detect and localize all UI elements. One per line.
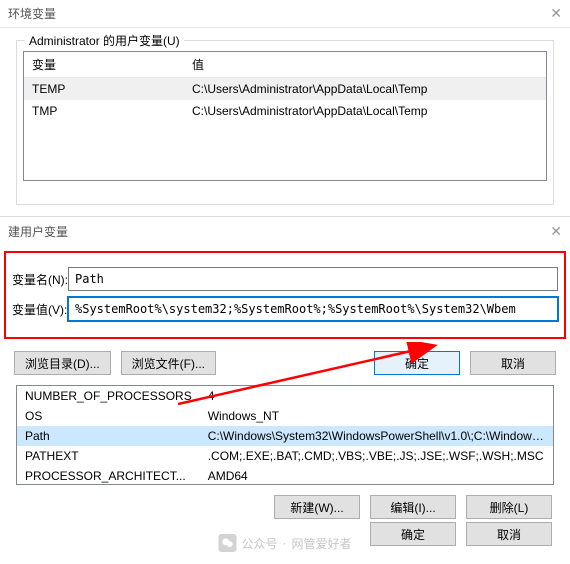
col-value[interactable]: 值 [184,52,546,78]
cancel-button[interactable]: 取消 [470,351,556,375]
cell-value: C:\Windows\System32\WindowsPowerShell\v1… [200,426,553,446]
wechat-icon [218,534,236,552]
new-button[interactable]: 新建(W)... [274,495,360,519]
system-vars-buttons: 新建(W)... 编辑(I)... 删除(L) [0,485,570,519]
cell-name: PROCESSOR_ARCHITECT... [17,466,200,485]
table-row[interactable]: PROCESSOR_ARCHITECT...AMD64 [17,466,553,485]
highlighted-fields: 变量名(N): 变量值(V): [4,251,566,339]
browse-file-button[interactable]: 浏览文件(F)... [121,351,216,375]
watermark-sep: · [283,536,287,550]
edit-user-var-dialog: 建用户变量 ✕ 变量名(N): 变量值(V): 浏览目录(D)... 浏览文件(… [0,216,570,519]
edit-button[interactable]: 编辑(I)... [370,495,456,519]
table-row[interactable]: TEMPC:\Users\Administrator\AppData\Local… [24,78,546,101]
col-variable[interactable]: 变量 [24,52,184,78]
dialog-title: 环境变量 [8,5,56,22]
user-vars-group: Administrator 的用户变量(U) 变量 值 TEMPC:\Users… [16,40,554,205]
table-row[interactable]: TMPC:\Users\Administrator\AppData\Local\… [24,100,546,122]
cell-name: PATHEXT [17,446,200,466]
user-vars-table[interactable]: 变量 值 TEMPC:\Users\Administrator\AppData\… [23,51,547,181]
watermark-prefix: 公众号 [241,535,277,552]
browse-dir-button[interactable]: 浏览目录(D)... [14,351,111,375]
env-vars-dialog: 环境变量 ✕ Administrator 的用户变量(U) 变量 值 TEMPC… [0,0,570,205]
close-icon[interactable]: ✕ [550,5,562,22]
cell-value: C:\Users\Administrator\AppData\Local\Tem… [184,78,546,101]
titlebar: 环境变量 ✕ [0,0,570,28]
table-row[interactable]: PathC:\Windows\System32\WindowsPowerShel… [17,426,553,446]
delete-button[interactable]: 删除(L) [466,495,552,519]
cell-value: C:\Users\Administrator\AppData\Local\Tem… [184,100,546,122]
parent-dialog-footer: 确定 取消 [370,522,552,546]
cell-value: Windows_NT [200,406,553,426]
watermark-name: 网管爱好者 [292,535,352,552]
cell-value: .COM;.EXE;.BAT;.CMD;.VBS;.VBE;.JS;.JSE;.… [200,446,553,466]
dialog-title: 建用户变量 [8,223,68,240]
system-vars-table[interactable]: NUMBER_OF_PROCESSORS4OSWindows_NTPathC:\… [16,385,554,485]
cell-name: TMP [24,100,184,122]
edit-dialog-buttons: 浏览目录(D)... 浏览文件(F)... 确定 取消 [0,345,570,385]
cell-value: AMD64 [200,466,553,485]
watermark: 公众号 · 网管爱好者 [218,534,351,552]
var-value-label: 变量值(V): [12,301,68,318]
table-row[interactable]: OSWindows_NT [17,406,553,426]
close-icon[interactable]: ✕ [550,223,562,240]
ok-button[interactable]: 确定 [374,351,460,375]
cell-name: NUMBER_OF_PROCESSORS [17,386,200,406]
group-label: Administrator 的用户变量(U) [25,32,184,49]
cell-name: Path [17,426,200,446]
cancel-button[interactable]: 取消 [466,522,552,546]
table-row[interactable]: NUMBER_OF_PROCESSORS4 [17,386,553,406]
var-name-label: 变量名(N): [12,271,68,288]
table-row[interactable]: PATHEXT.COM;.EXE;.BAT;.CMD;.VBS;.VBE;.JS… [17,446,553,466]
ok-button[interactable]: 确定 [370,522,456,546]
cell-name: TEMP [24,78,184,101]
titlebar: 建用户变量 ✕ [0,217,570,245]
var-name-input[interactable] [68,267,558,291]
var-value-input[interactable] [68,297,558,321]
cell-name: OS [17,406,200,426]
cell-value: 4 [200,386,553,406]
